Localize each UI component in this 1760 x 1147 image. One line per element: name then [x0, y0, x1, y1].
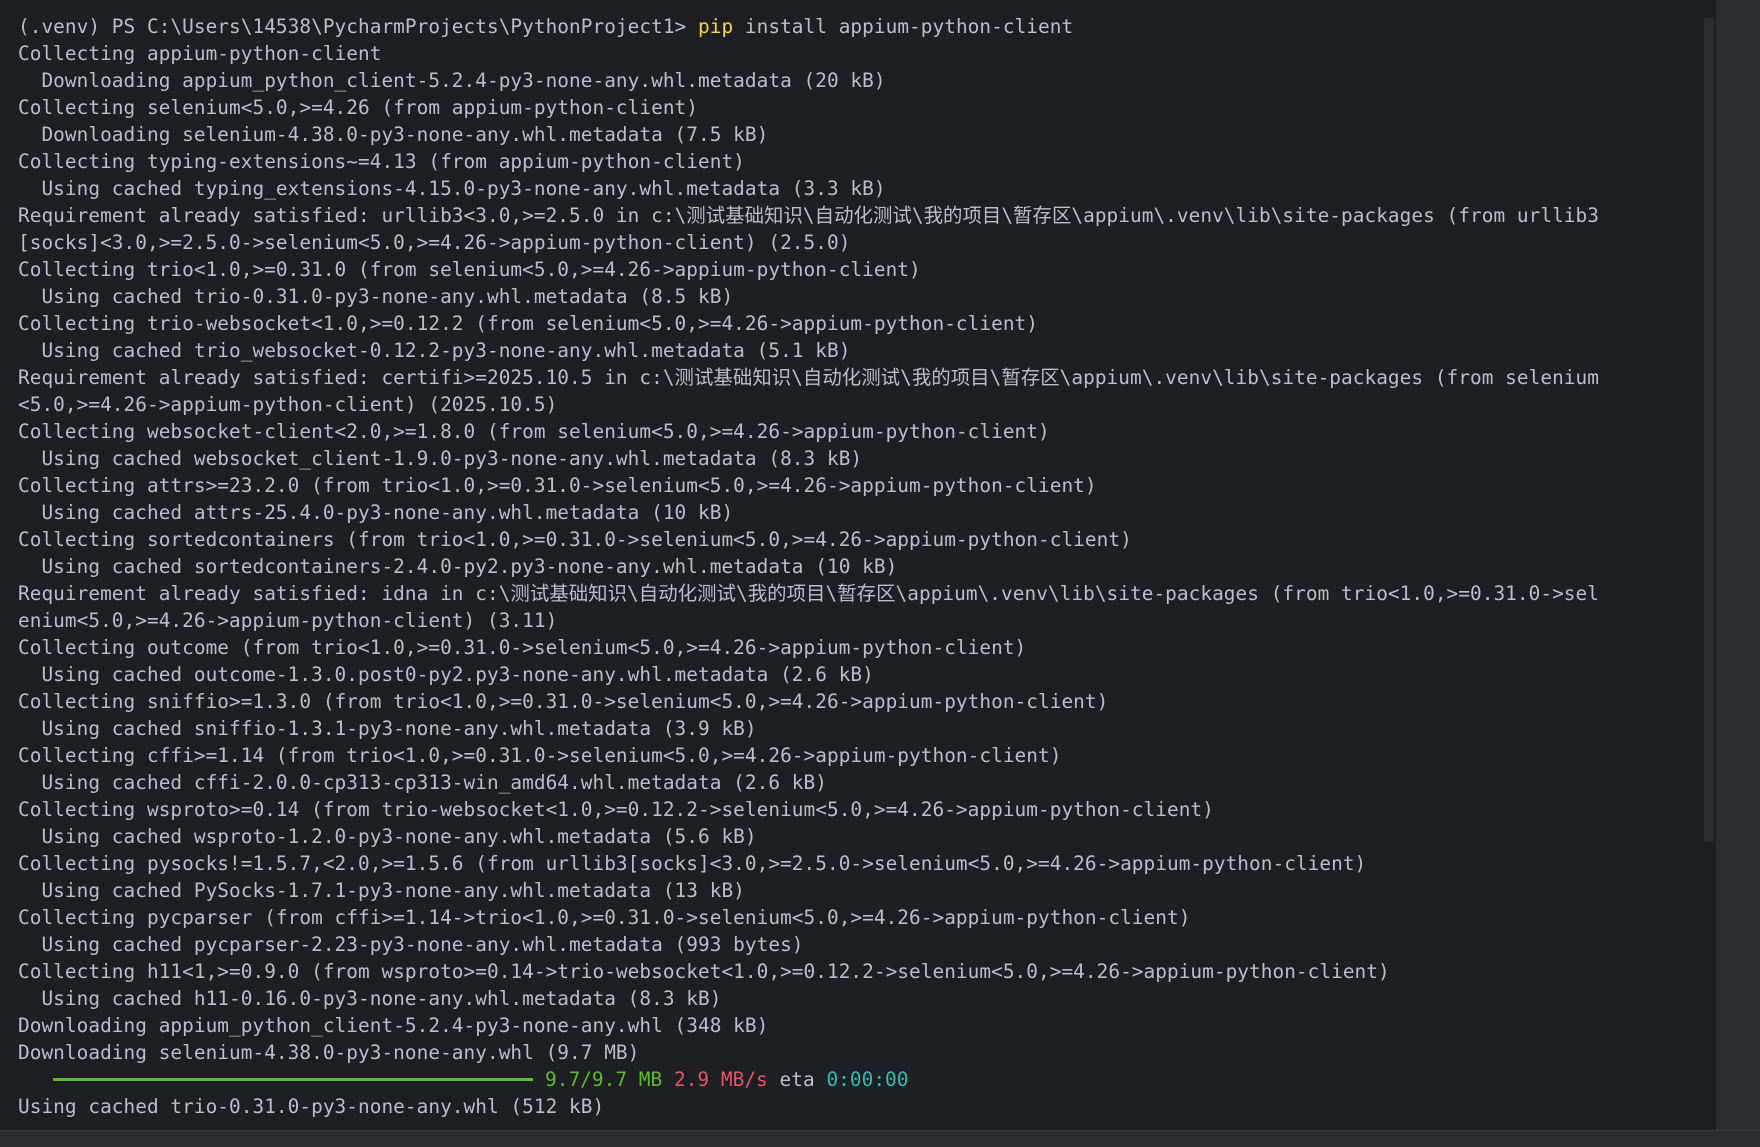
output-line: Using cached sortedcontainers-2.4.0-py2.… [18, 555, 898, 578]
command-keyword: pip [698, 15, 734, 38]
output-line: Collecting sniffio>=1.3.0 (from trio<1.0… [18, 690, 1109, 713]
output-line: Using cached attrs-25.4.0-py3-none-any.w… [18, 501, 734, 524]
output-line: Collecting wsproto>=0.14 (from trio-webs… [18, 798, 1214, 821]
output-line: Collecting cffi>=1.14 (from trio<1.0,>=0… [18, 744, 1062, 767]
progress-bar [53, 1078, 533, 1081]
terminal-panel[interactable]: (.venv) PS C:\Users\14538\PycharmProject… [0, 0, 1716, 1130]
command-line: (.venv) PS C:\Users\14538\PycharmProject… [18, 13, 1599, 40]
output-line: Requirement already satisfied: certifi>=… [18, 366, 1599, 389]
output-line: Collecting trio<1.0,>=0.31.0 (from selen… [18, 258, 921, 281]
prompt: (.venv) PS C:\Users\14538\PycharmProject… [18, 15, 698, 38]
output-line: Using cached outcome-1.3.0.post0-py2.py3… [18, 663, 874, 686]
output-line: Using cached trio-0.31.0-py3-none-any.wh… [18, 285, 734, 308]
output-line: Using cached cffi-2.0.0-cp313-cp313-win_… [18, 771, 827, 794]
output-line: Collecting h11<1,>=0.9.0 (from wsproto>=… [18, 960, 1390, 983]
output-line: Collecting selenium<5.0,>=4.26 (from app… [18, 96, 698, 119]
output-line: Collecting pycparser (from cffi>=1.14->t… [18, 906, 1191, 929]
output-line: Using cached h11-0.16.0-py3-none-any.whl… [18, 987, 722, 1010]
output-line: Downloading selenium-4.38.0-py3-none-any… [18, 123, 769, 146]
status-bar [0, 1130, 1760, 1147]
progress-eta: 0:00:00 [826, 1068, 909, 1091]
output-line: Using cached wsproto-1.2.0-py3-none-any.… [18, 825, 757, 848]
output-line: [socks]<3.0,>=2.5.0->selenium<5.0,>=4.26… [18, 231, 851, 254]
output-line: Collecting websocket-client<2.0,>=1.8.0 … [18, 420, 1050, 443]
scrollbar-thumb[interactable] [1704, 18, 1714, 842]
output-line: Requirement already satisfied: urllib3<3… [18, 204, 1599, 227]
output-line: Downloading appium_python_client-5.2.4-p… [18, 1014, 769, 1037]
output-line: Requirement already satisfied: idna in c… [18, 582, 1599, 605]
progress-eta-label: eta [779, 1068, 815, 1091]
output-line: Downloading appium_python_client-5.2.4-p… [18, 69, 886, 92]
output-line: Using cached sniffio-1.3.1-py3-none-any.… [18, 717, 757, 740]
progress-bar-fill [53, 1078, 533, 1081]
output-line: Collecting typing-extensions~=4.13 (from… [18, 150, 745, 173]
output-line: Using cached PySocks-1.7.1-py3-none-any.… [18, 879, 745, 902]
output-line: Collecting sortedcontainers (from trio<1… [18, 528, 1132, 551]
progress-speed: 2.9 MB/s [673, 1068, 768, 1091]
output-line: Downloading selenium-4.38.0-py3-none-any… [18, 1041, 640, 1064]
tool-window-strip [1716, 0, 1760, 1130]
output-line: Collecting attrs>=23.2.0 (from trio<1.0,… [18, 474, 1097, 497]
output-line: Collecting trio-websocket<1.0,>=0.12.2 (… [18, 312, 1038, 335]
output-line: Using cached trio-0.31.0-py3-none-any.wh… [18, 1095, 605, 1118]
output-line: Using cached typing_extensions-4.15.0-py… [18, 177, 886, 200]
terminal-output: (.venv) PS C:\Users\14538\PycharmProject… [18, 13, 1599, 1120]
output-line: Collecting outcome (from trio<1.0,>=0.31… [18, 636, 1027, 659]
progress-line: 9.7/9.7 MB 2.9 MB/s eta 0:00:00 [18, 1066, 1599, 1093]
output-line: Using cached trio_websocket-0.12.2-py3-n… [18, 339, 851, 362]
command-args: install appium-python-client [733, 15, 1074, 38]
output-line: <5.0,>=4.26->appium-python-client) (2025… [18, 393, 558, 416]
vertical-scrollbar[interactable] [1702, 18, 1716, 842]
output-line: Collecting appium-python-client [18, 42, 382, 65]
progress-size: 9.7/9.7 MB [545, 1068, 663, 1091]
output-line: Collecting pysocks!=1.5.7,<2.0,>=1.5.6 (… [18, 852, 1367, 875]
output-line: Using cached pycparser-2.23-py3-none-any… [18, 933, 804, 956]
output-line: Using cached websocket_client-1.9.0-py3-… [18, 447, 863, 470]
output-line: enium<5.0,>=4.26->appium-python-client) … [18, 609, 558, 632]
